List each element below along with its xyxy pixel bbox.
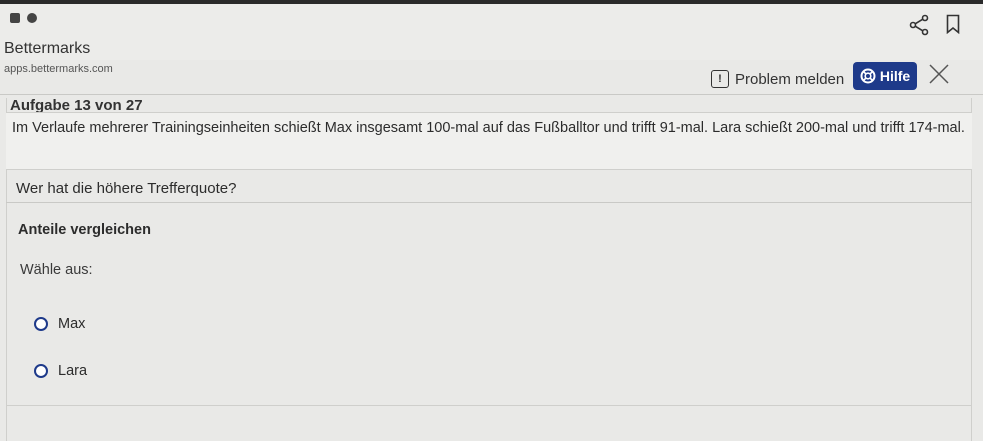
status-strip — [0, 0, 983, 4]
option-lara-label: Lara — [58, 363, 88, 379]
app-url: apps.bettermarks.com — [4, 63, 113, 75]
header-divider — [0, 94, 983, 95]
choose-prompt: Wähle aus: — [20, 262, 93, 278]
report-icon: ! — [711, 70, 729, 88]
status-dot-icon — [27, 13, 37, 23]
lifebuoy-icon — [860, 68, 876, 84]
help-button[interactable]: Hilfe — [853, 62, 917, 90]
report-problem-button[interactable]: ! Problem melden — [707, 66, 852, 92]
share-icon[interactable] — [908, 14, 930, 36]
report-problem-label: Problem melden — [735, 70, 845, 88]
radio-button-lara[interactable] — [34, 364, 48, 378]
option-lara[interactable]: Lara — [34, 363, 87, 379]
subquestion: Wer hat die höhere Trefferquote? — [16, 180, 237, 197]
app-title: Bettermarks — [4, 40, 91, 57]
options-divider — [6, 405, 972, 406]
section-heading: Anteile vergleichen — [18, 222, 151, 238]
bookmark-icon[interactable] — [946, 14, 960, 34]
help-label: Hilfe — [879, 68, 911, 84]
browser-bar: Bettermarks apps.bettermarks.com — [0, 0, 983, 75]
question-text: Im Verlaufe mehrerer Trainingseinheiten … — [12, 120, 965, 136]
radio-button-max[interactable] — [34, 317, 48, 331]
option-max-label: Max — [58, 316, 86, 332]
close-icon[interactable] — [925, 60, 953, 88]
notification-icon — [10, 13, 20, 23]
subquestion-divider — [6, 202, 972, 203]
option-max[interactable]: Max — [34, 316, 85, 332]
